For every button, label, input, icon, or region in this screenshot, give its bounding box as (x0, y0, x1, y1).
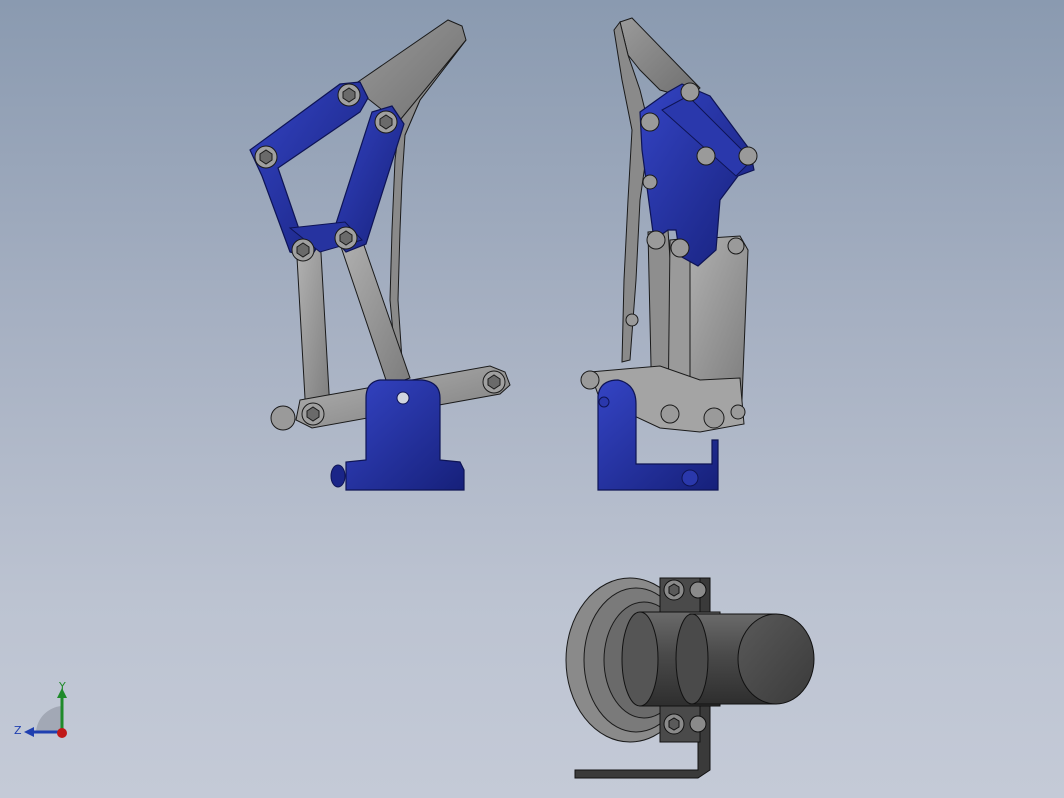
z-axis-label: Z (14, 724, 22, 737)
x-axis-icon (57, 728, 67, 738)
y-axis-label: Y (58, 680, 66, 693)
cad-viewport[interactable]: Y Z (0, 0, 1064, 798)
triad-plane-icon (36, 706, 62, 732)
orientation-triad: Y Z (14, 680, 67, 738)
